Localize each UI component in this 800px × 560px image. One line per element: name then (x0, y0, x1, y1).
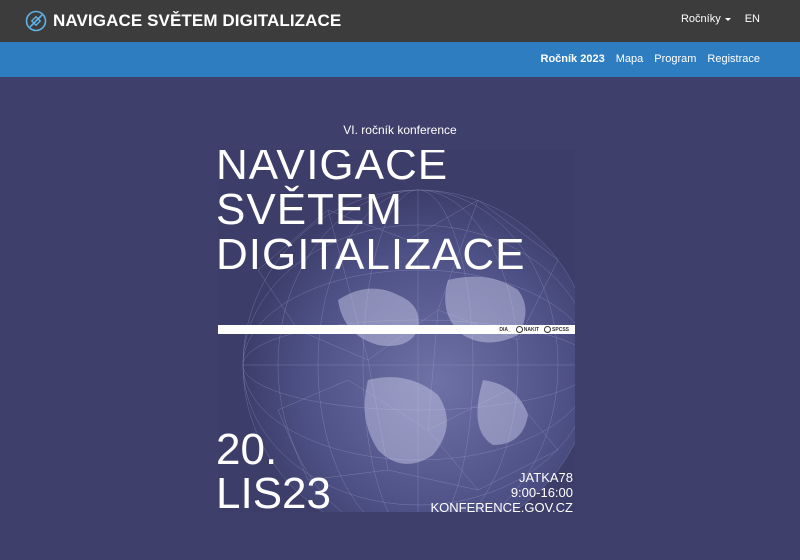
venue-time: 9:00-16:00 (510, 485, 573, 500)
top-bar: NAVIGACE SVĚTEM DIGITALIZACE Ročníky EN (0, 0, 800, 42)
venue-name: JATKA78 (519, 470, 573, 485)
nav-mapa[interactable]: Mapa (616, 53, 644, 65)
brand-link[interactable]: NAVIGACE SVĚTEM DIGITALIZACE (25, 9, 341, 33)
venue-website: KONFERENCE.GOV.CZ (430, 500, 573, 512)
sponsor-dia: DIA_ (499, 326, 511, 333)
poster-title-line: SVĚTEM (218, 185, 403, 234)
event-date-line: LIS23 (218, 469, 331, 513)
brand-title: NAVIGACE SVĚTEM DIGITALIZACE (53, 11, 342, 30)
main-nav: Ročník 2023 Mapa Program Registrace (0, 42, 800, 77)
event-date: 20. LIS23 (218, 425, 331, 513)
sponsor-logos: DIA_ NAKIT SPCSS (499, 325, 569, 334)
poster-title-line: NAVIGACE (218, 150, 449, 189)
sponsor-nakit-label: NAKIT (523, 326, 540, 333)
nav-registrace[interactable]: Registrace (707, 53, 760, 65)
spcss-logo-icon (544, 326, 552, 333)
event-date-line: 20. (218, 425, 278, 474)
poster-title: NAVIGACE SVĚTEM DIGITALIZACE (218, 150, 525, 277)
sponsor-spcss-label: SPCSS (552, 326, 569, 333)
nav-rocnik-2023[interactable]: Ročník 2023 (541, 53, 605, 65)
rocniky-label: Ročníky (680, 13, 721, 25)
sponsor-nakit: NAKIT (515, 326, 540, 333)
nav-program[interactable]: Program (654, 53, 696, 65)
event-venue: JATKA78 9:00-16:00 KONFERENCE.GOV.CZ (430, 470, 573, 512)
conference-poster: NAVIGACE SVĚTEM DIGITALIZACE DIA_ NAKIT … (218, 150, 575, 512)
poster-title-line: DIGITALIZACE (218, 230, 526, 279)
nakit-logo-icon (515, 326, 523, 333)
caret-down-icon (724, 17, 731, 21)
sponsor-spcss: SPCSS (544, 326, 569, 333)
conference-subtitle: VI. ročník konference (343, 123, 457, 137)
rocniky-dropdown[interactable]: Ročníky (681, 13, 731, 25)
language-switch[interactable]: EN (745, 13, 760, 25)
satellite-logo-icon (25, 10, 47, 32)
